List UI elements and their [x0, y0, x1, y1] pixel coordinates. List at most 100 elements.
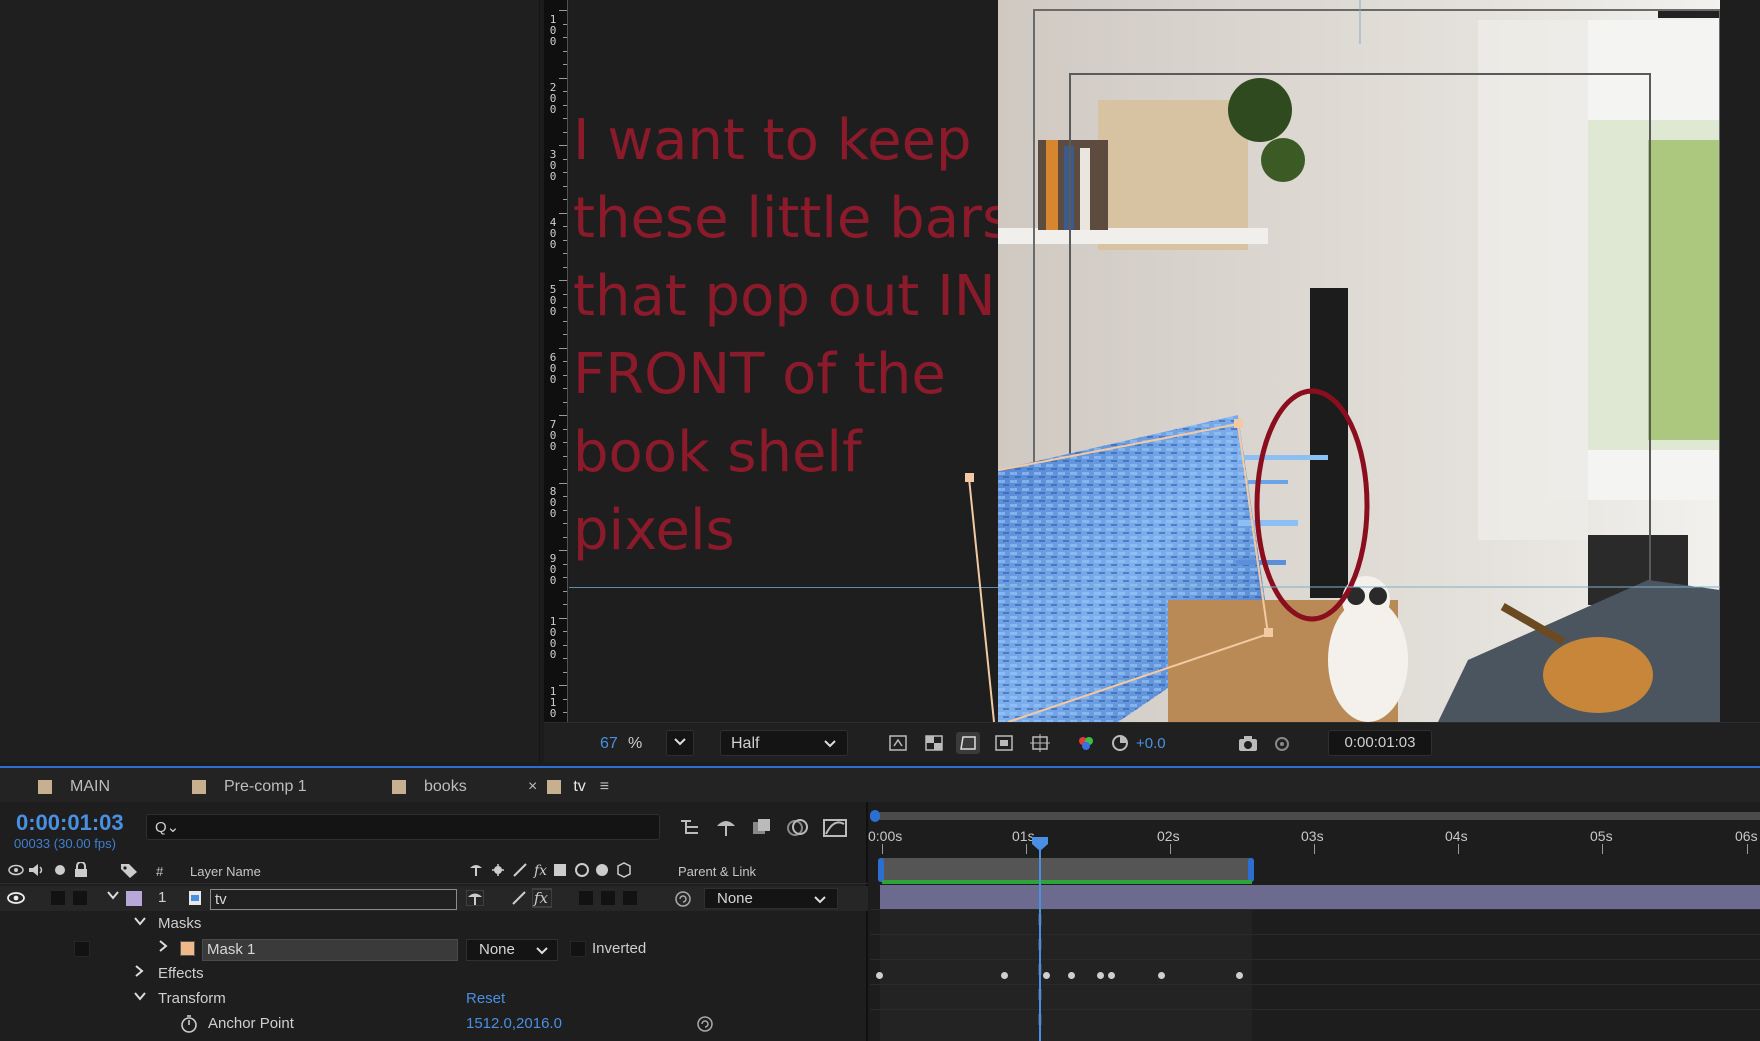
- layer-duration-bar[interactable]: [880, 885, 1760, 909]
- keyframe[interactable]: [876, 972, 883, 979]
- switches-icon-row: fx: [468, 862, 648, 881]
- chevron-down-icon[interactable]: [133, 989, 147, 1006]
- chevron-right-icon[interactable]: [156, 939, 170, 956]
- resolution-dropdown[interactable]: Half: [720, 730, 848, 756]
- ruler-label: 3 0 0: [549, 148, 557, 183]
- ruler-tick: [563, 604, 567, 605]
- lock-toggle[interactable]: [72, 890, 88, 906]
- comp-mini-flowchart-icon[interactable]: [678, 816, 702, 842]
- transparency-grid-icon[interactable]: [922, 732, 946, 754]
- stopwatch-icon[interactable]: [180, 1015, 198, 1037]
- masks-group-row[interactable]: Masks: [0, 912, 868, 937]
- chevron-down-icon[interactable]: [106, 888, 120, 905]
- ruler-label: 5 0 0: [549, 283, 557, 318]
- tab-main[interactable]: MAIN: [38, 776, 110, 798]
- tab-books[interactable]: books: [392, 776, 467, 798]
- ruler-tick: [563, 199, 567, 200]
- timeline-track-area[interactable]: 0:00s 01s 02s 03s 04s 05s 06s I I I I I: [868, 802, 1760, 1041]
- ruler-tick: [563, 253, 567, 254]
- frame-blend-toggle[interactable]: [578, 890, 594, 906]
- tab-tv[interactable]: × tv ≡: [528, 776, 609, 798]
- mask-path-visibility-icon[interactable]: [956, 732, 980, 754]
- keyframe[interactable]: [1097, 972, 1104, 979]
- keyframe[interactable]: [1108, 972, 1115, 979]
- layer-column-header: # Layer Name fx Parent & Link: [0, 858, 868, 884]
- ruler-tick: [563, 240, 567, 241]
- solo-icon[interactable]: [54, 864, 66, 879]
- playhead-handle[interactable]: [1031, 836, 1049, 852]
- time-navigator-bar[interactable]: [872, 812, 1760, 820]
- mask-mode-dropdown[interactable]: None: [466, 939, 558, 961]
- work-area-bar[interactable]: [878, 858, 1254, 882]
- layer-row[interactable]: 1 tv fx None: [0, 886, 868, 911]
- anchor-point-value[interactable]: 1512.0,2016.0: [466, 1015, 562, 1032]
- shy-layers-icon[interactable]: [714, 816, 738, 842]
- zoom-value[interactable]: 67: [600, 735, 618, 753]
- keyframe[interactable]: [1001, 972, 1008, 979]
- adjustment-toggle[interactable]: [622, 890, 638, 906]
- frame-blending-icon[interactable]: [750, 816, 774, 842]
- layer-search-input[interactable]: Q⌄: [146, 814, 660, 840]
- pick-whip-icon[interactable]: [674, 890, 692, 912]
- label-tag-icon[interactable]: [120, 862, 138, 881]
- shy-switch-icon[interactable]: [465, 889, 485, 910]
- current-time[interactable]: 0:00:01:03: [16, 810, 124, 836]
- transform-reset-link[interactable]: Reset: [466, 990, 505, 1007]
- expression-pick-whip-icon[interactable]: [696, 1015, 714, 1037]
- track-divider: [870, 909, 1760, 910]
- keyframe[interactable]: [1236, 972, 1243, 979]
- anchor-point-row[interactable]: Anchor Point 1512.0,2016.0: [0, 1012, 868, 1037]
- graph-editor-icon[interactable]: [822, 816, 848, 842]
- video-eye-icon[interactable]: [8, 863, 24, 880]
- mask-lock-toggle[interactable]: [74, 941, 90, 957]
- ruler-tick: [563, 591, 567, 592]
- audio-speaker-icon[interactable]: [28, 863, 46, 880]
- panel-menu-icon[interactable]: ≡: [600, 778, 609, 796]
- quality-switch-icon[interactable]: [510, 890, 528, 910]
- effects-switch-icon[interactable]: fx: [531, 888, 553, 912]
- keyframe[interactable]: [1158, 972, 1165, 979]
- chevron-right-icon[interactable]: [132, 964, 146, 981]
- work-area-start-handle[interactable]: [878, 858, 884, 882]
- exposure-value[interactable]: +0.0: [1136, 735, 1166, 752]
- grid-guides-icon[interactable]: [1028, 732, 1052, 754]
- mask-name-field[interactable]: Mask 1: [202, 939, 458, 961]
- keyframe[interactable]: [1068, 972, 1075, 979]
- camera-icon[interactable]: [1236, 732, 1260, 754]
- label-color-swatch[interactable]: [126, 891, 142, 906]
- close-icon[interactable]: ×: [528, 778, 537, 796]
- viewer-timecode[interactable]: 0:00:01:03: [1328, 730, 1432, 756]
- effects-group-row[interactable]: Effects: [0, 962, 868, 987]
- mask-row[interactable]: Mask 1 None Inverted: [0, 937, 868, 962]
- motion-blur-icon[interactable]: [786, 816, 810, 842]
- reset-exposure-icon[interactable]: [1108, 732, 1132, 754]
- region-of-interest-icon[interactable]: [992, 732, 1016, 754]
- ruler-tick: [563, 658, 567, 659]
- color-channels-icon[interactable]: [1074, 732, 1098, 754]
- work-area-end-handle[interactable]: [1248, 858, 1254, 882]
- inverted-checkbox[interactable]: [570, 941, 586, 957]
- zoom-dropdown[interactable]: [666, 730, 694, 756]
- fast-previews-icon[interactable]: [886, 732, 910, 754]
- column-number: #: [156, 864, 164, 879]
- layer-name-field[interactable]: tv: [210, 889, 457, 910]
- ruler-tick: [563, 645, 567, 646]
- chevron-down-icon[interactable]: [133, 914, 147, 931]
- parent-dropdown[interactable]: None: [704, 888, 838, 909]
- motion-blur-toggle[interactable]: [600, 890, 616, 906]
- mask-color-swatch[interactable]: [180, 941, 195, 956]
- column-parent-link[interactable]: Parent & Link: [678, 864, 756, 879]
- ruler-tick: [563, 37, 567, 38]
- navigator-start-handle[interactable]: [870, 810, 880, 822]
- column-layer-name[interactable]: Layer Name: [190, 864, 261, 879]
- ruler-tick: [559, 145, 567, 146]
- composition-viewer[interactable]: I want to keep these little bars that po…: [569, 0, 1760, 722]
- tab-pre-comp-1[interactable]: Pre-comp 1: [192, 776, 307, 798]
- lock-icon[interactable]: [74, 861, 88, 881]
- solo-toggle[interactable]: [50, 890, 66, 906]
- transform-group-row[interactable]: Transform Reset: [0, 987, 868, 1012]
- eye-icon[interactable]: [7, 891, 25, 909]
- ruler-label: 9 0 0: [549, 552, 557, 587]
- playhead-line[interactable]: [1039, 842, 1041, 1041]
- show-snapshot-icon[interactable]: [1270, 732, 1294, 754]
